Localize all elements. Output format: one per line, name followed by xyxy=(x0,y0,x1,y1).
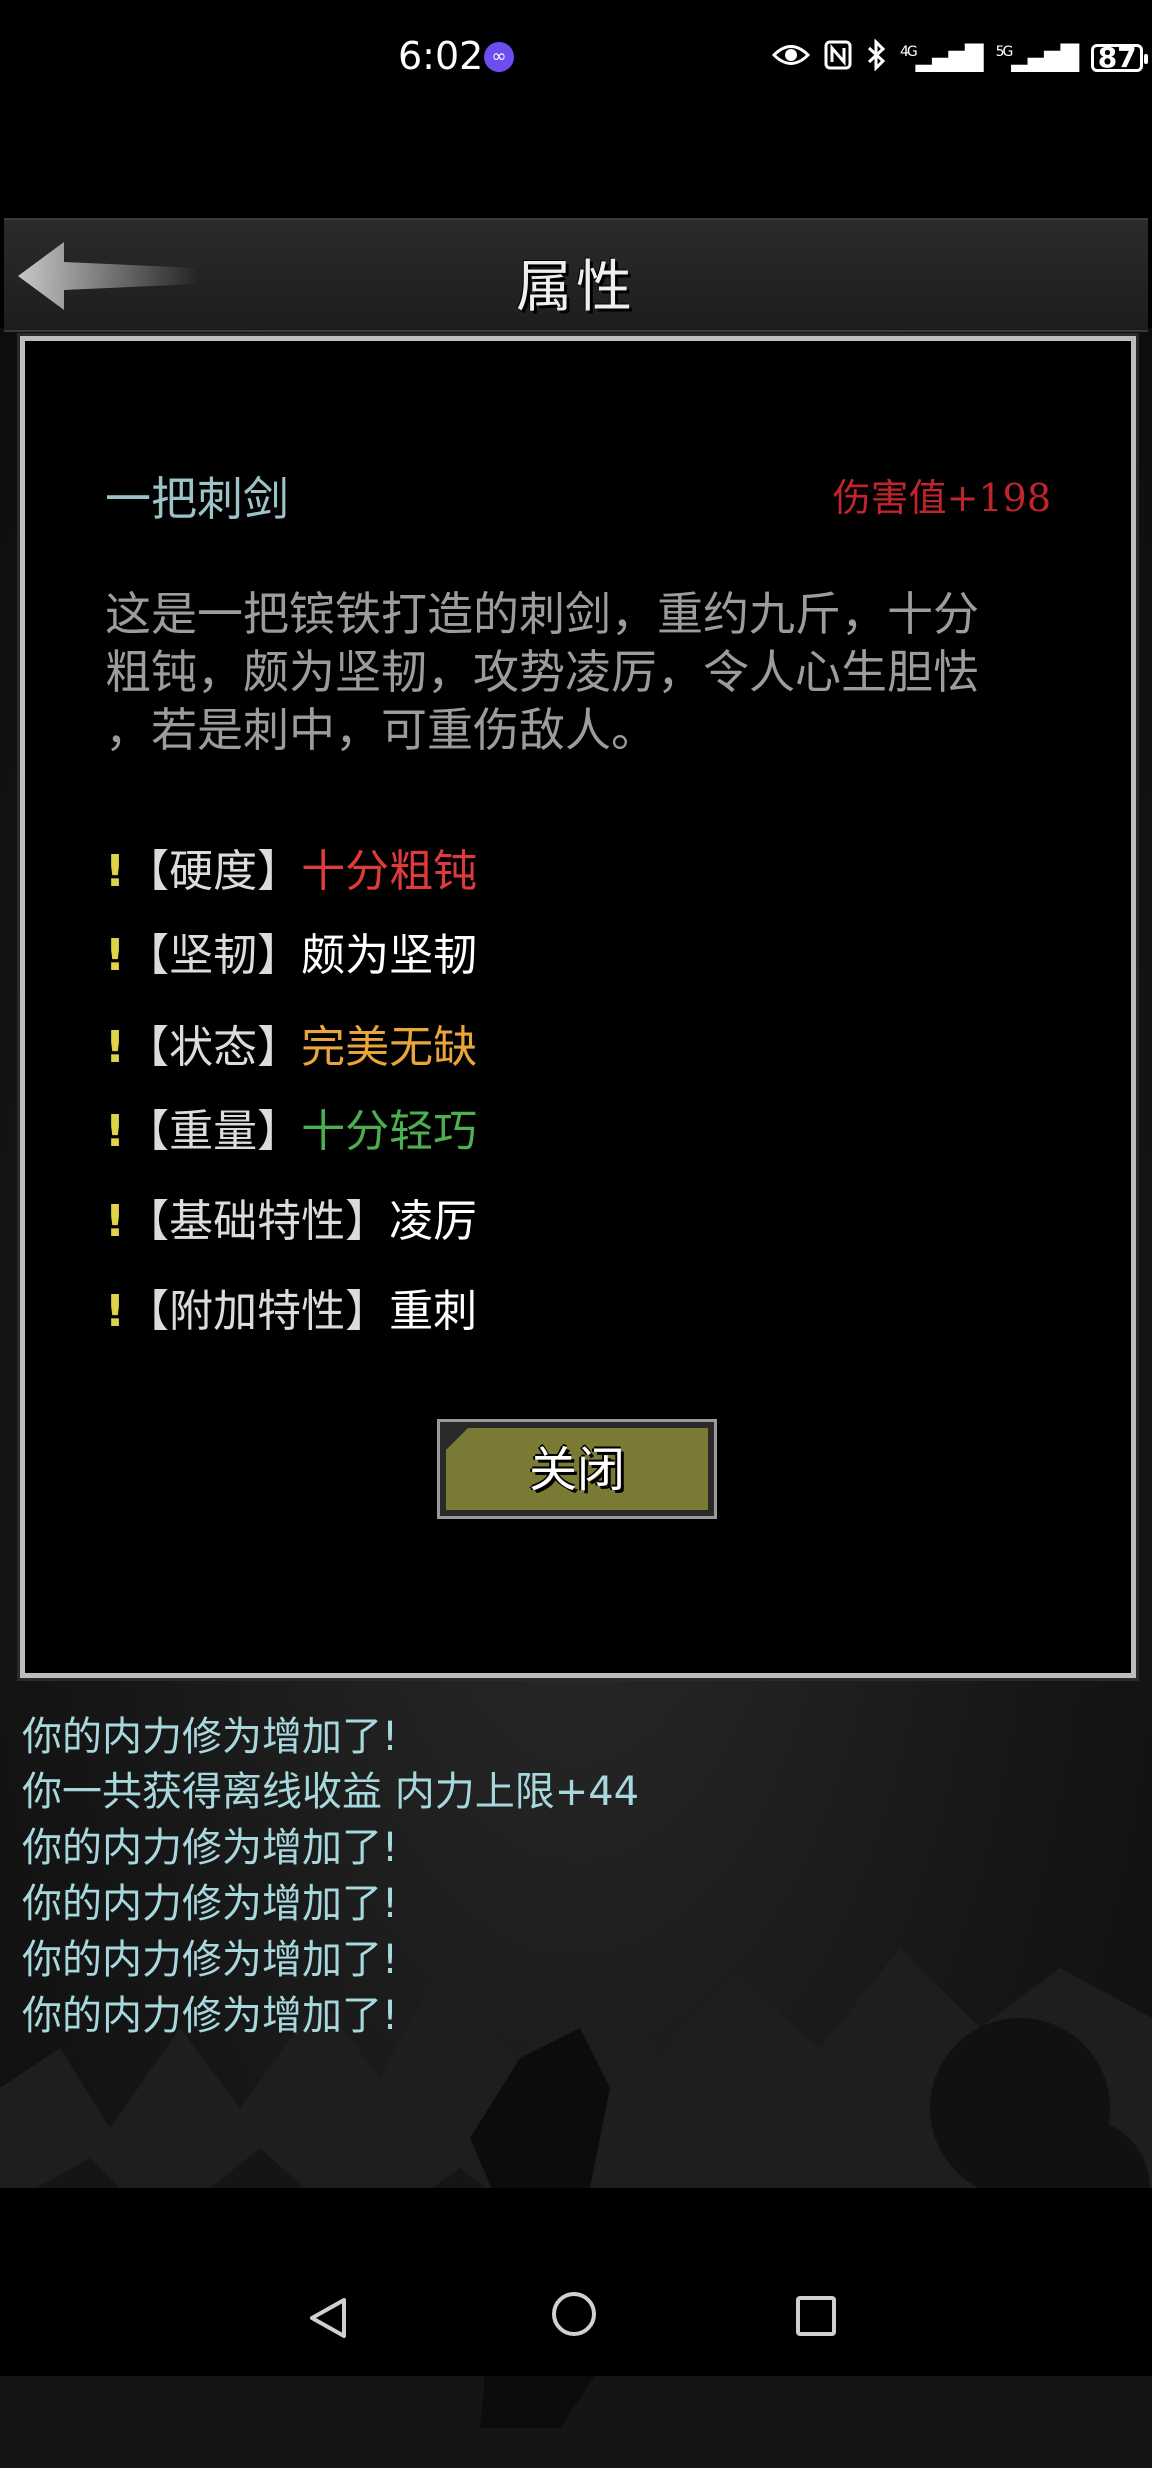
attribute-value: 颇为坚韧 xyxy=(301,930,478,981)
attribute-row-toughness: !【坚韧】颇为坚韧 xyxy=(105,919,478,981)
battery-level: 87 xyxy=(1097,41,1137,74)
item-attribute-dialog: 一把刺剑 伤害值+198 这是一把镔铁打造的刺剑，重约九斤，十分 粗钝，颇为坚韧… xyxy=(20,336,1136,1678)
signal-4g-icon: 4G▂▄▆█ xyxy=(900,44,984,72)
exclamation-icon: ! xyxy=(105,846,126,897)
network-4g-label: 4G xyxy=(900,44,918,60)
log-line: 你的内力修为增加了! xyxy=(22,1714,399,1760)
damage-value: 伤害值+198 xyxy=(832,476,1051,520)
navigation-bar xyxy=(0,2188,1152,2376)
attribute-value: 十分粗钝 xyxy=(301,846,478,897)
attribute-key: 【坚韧】 xyxy=(125,930,302,981)
exclamation-icon: ! xyxy=(105,930,126,981)
status-icons: 4G▂▄▆█ 5G▂▄▆█ 87 xyxy=(771,36,1149,80)
close-button-label: 关闭 xyxy=(446,1428,708,1510)
description-line: 粗钝，颇为坚韧，攻势凌厉，令人心生胆怯 xyxy=(105,645,979,699)
network-5g-label: 5G xyxy=(995,44,1014,60)
nav-recents-icon[interactable] xyxy=(796,2296,836,2336)
battery-icon: 87 xyxy=(1091,41,1149,74)
status-bar: 6:02 ∞ 4G▂▄▆█ 5G▂▄▆█ 87 xyxy=(0,0,1152,120)
attribute-row-condition: !【状态】完美无缺 xyxy=(105,1011,478,1073)
attribute-row-hardness: !【硬度】十分粗钝 xyxy=(105,835,478,897)
attribute-value: 重刺 xyxy=(389,1286,478,1337)
close-button[interactable]: 关闭 xyxy=(437,1419,717,1519)
item-name: 一把刺剑 xyxy=(105,472,289,526)
attribute-value: 十分轻巧 xyxy=(301,1106,478,1157)
description-line: ，若是刺中，可重伤敌人。 xyxy=(105,703,657,757)
nfc-icon xyxy=(824,40,852,77)
log-line: 你的内力修为增加了! xyxy=(22,1825,399,1871)
log-line: 你的内力修为增加了! xyxy=(22,1937,399,1983)
eye-icon xyxy=(771,42,811,75)
exclamation-icon: ! xyxy=(105,1286,126,1337)
attribute-value: 完美无缺 xyxy=(301,1022,478,1073)
attribute-key: 【硬度】 xyxy=(125,846,302,897)
attribute-row-weight: !【重量】十分轻巧 xyxy=(105,1095,478,1157)
nav-back-icon[interactable] xyxy=(306,2296,350,2340)
exclamation-icon: ! xyxy=(105,1196,126,1247)
page-title: 属性 xyxy=(516,255,636,320)
attribute-value: 凌厉 xyxy=(389,1196,478,1247)
item-description: 这是一把镔铁打造的刺剑，重约九斤，十分 粗钝，颇为坚韧，攻势凌厉，令人心生胆怯 … xyxy=(105,585,1085,759)
infinity-app-icon: ∞ xyxy=(484,42,514,72)
attribute-key: 【重量】 xyxy=(125,1106,302,1157)
attribute-key: 【状态】 xyxy=(125,1022,302,1073)
attribute-key: 【附加特性】 xyxy=(125,1286,390,1337)
log-line: 你的内力修为增加了! xyxy=(22,1881,399,1927)
log-line: 你一共获得离线收益 内力上限+44 xyxy=(22,1769,640,1815)
signal-5g-icon: 5G▂▄▆█ xyxy=(995,44,1080,72)
status-time: 6:02 xyxy=(398,34,484,78)
attribute-key: 【基础特性】 xyxy=(125,1196,390,1247)
description-line: 这是一把镔铁打造的刺剑，重约九斤，十分 xyxy=(105,587,979,641)
bluetooth-icon xyxy=(866,37,886,78)
attribute-row-extra-trait: !【附加特性】重刺 xyxy=(105,1275,478,1337)
title-bar: 属性 xyxy=(4,218,1148,332)
attribute-row-base-trait: !【基础特性】凌厉 xyxy=(105,1185,478,1247)
nav-home-icon[interactable] xyxy=(552,2292,596,2336)
log-line: 你的内力修为增加了! xyxy=(22,1993,399,2039)
exclamation-icon: ! xyxy=(105,1106,126,1157)
exclamation-icon: ! xyxy=(105,1022,126,1073)
